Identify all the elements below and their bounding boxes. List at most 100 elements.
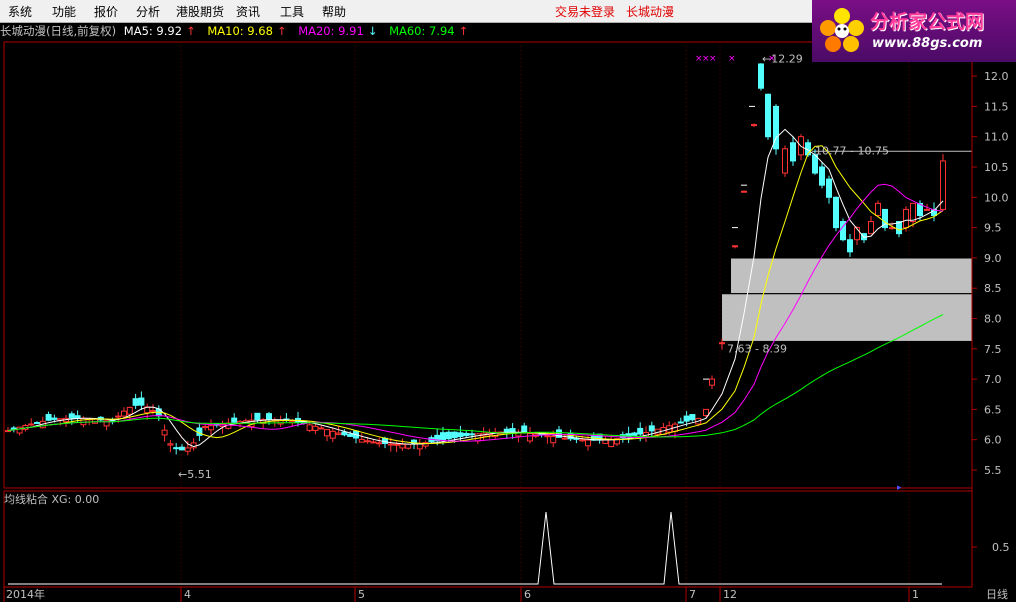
candle-up — [202, 426, 209, 429]
candle-down — [826, 178, 832, 198]
stock-chart[interactable]: 5.56.06.57.07.58.08.59.09.510.010.511.01… — [0, 0, 1016, 602]
candle-down — [10, 427, 17, 430]
scroll-marker-icon: ▸ — [897, 483, 902, 493]
price-tick-label: 11.5 — [984, 100, 1009, 113]
candle-down — [637, 427, 644, 435]
candle-up — [550, 436, 557, 444]
candle-up — [608, 438, 615, 448]
candle-up — [703, 408, 709, 416]
date-tick-label: 1 — [912, 588, 919, 601]
low-price-label: ←5.51 — [178, 468, 212, 481]
price-tick-label: 10.5 — [984, 161, 1009, 174]
price-tick-label: 11.0 — [984, 131, 1009, 144]
candle-down — [266, 413, 272, 420]
candle-down — [132, 398, 139, 406]
candle-up — [544, 435, 551, 438]
candle-up — [16, 426, 23, 434]
price-tick-label: 6.0 — [984, 434, 1002, 447]
candle-up — [324, 429, 330, 437]
indicator-frame — [3, 490, 973, 588]
signal-marker: × — [728, 54, 736, 64]
price-tick-label: 8.0 — [984, 313, 1002, 326]
candle-down — [68, 413, 75, 419]
candle-down — [231, 417, 238, 423]
price-tick-label: 7.5 — [984, 343, 1002, 356]
candle-down — [138, 397, 145, 406]
signal-marker: × — [709, 54, 717, 64]
date-tick-label: 6 — [524, 588, 531, 601]
candle-up — [167, 443, 174, 446]
candle-up — [910, 202, 916, 223]
candle-down — [677, 421, 684, 424]
candle-up — [312, 425, 319, 432]
candle-up — [561, 437, 568, 440]
site-logo: 分析家公式网 www.88gs.com — [812, 0, 1016, 62]
price-tick-label: 6.5 — [984, 403, 1002, 416]
price-tick-label: 9.5 — [984, 222, 1002, 235]
candle-down — [347, 433, 354, 437]
period-label: 日线 — [986, 587, 1008, 601]
date-tick-label: 12 — [723, 588, 737, 601]
candle-down — [648, 425, 655, 432]
candle-down — [34, 421, 40, 424]
candle-down — [819, 166, 825, 186]
candle-down — [341, 431, 348, 436]
candle-up — [405, 443, 412, 449]
candle-down — [503, 428, 510, 433]
candle-up — [335, 432, 342, 435]
candle-up — [393, 443, 400, 446]
candle-up — [399, 443, 406, 449]
indicator-line — [8, 511, 942, 585]
candle-down — [847, 239, 853, 253]
price-tick-label: 5.5 — [984, 464, 1002, 477]
flower-icon — [820, 8, 864, 52]
candle-down — [509, 428, 516, 433]
candle-up — [875, 202, 881, 216]
candle-up — [126, 406, 133, 415]
candle-down — [457, 432, 464, 438]
candle-up — [579, 439, 586, 442]
date-tick-label: 7 — [689, 588, 696, 601]
date-tick-label: 4 — [184, 588, 191, 601]
candle-up — [306, 424, 313, 431]
candle-up — [358, 438, 365, 443]
candle-up — [782, 148, 788, 174]
upper-zone — [731, 258, 972, 294]
lower-range-label: 7.63 - 8.39 — [727, 343, 787, 356]
candle-up — [709, 378, 715, 386]
upper-range-label: 10.77 - 10.75 — [815, 145, 889, 158]
price-tick-label: 9.0 — [984, 252, 1002, 265]
candle-up — [387, 443, 394, 446]
candle-up — [585, 439, 591, 447]
candle-up — [161, 429, 168, 436]
candle-up — [370, 441, 377, 444]
candle-up — [92, 418, 98, 424]
candle-down — [74, 415, 81, 419]
price-tick-label: 8.5 — [984, 282, 1002, 295]
candle-up — [364, 440, 371, 443]
candle-down — [469, 433, 475, 436]
price-tick-label: 7.0 — [984, 373, 1002, 386]
candle-down — [440, 432, 446, 441]
candle-up — [115, 415, 122, 418]
candle-down — [790, 142, 796, 162]
date-tick-label: 2014年 — [6, 587, 45, 601]
candle-up — [903, 208, 909, 229]
candle-down — [689, 414, 696, 421]
candle-down — [179, 446, 185, 451]
price-tick-label: 12.0 — [984, 70, 1009, 83]
candle-up — [376, 442, 383, 445]
candle-down — [173, 447, 180, 450]
candle-down — [254, 412, 261, 421]
candle-down — [765, 93, 771, 138]
candle-down — [445, 431, 452, 440]
candle-up — [121, 410, 127, 417]
candle-up — [527, 432, 533, 442]
date-tick-label: 5 — [358, 588, 365, 601]
candle-up — [184, 447, 191, 452]
indicator-axis-label: 0.5 — [992, 541, 1010, 554]
candle-up — [208, 425, 214, 431]
candle-down — [631, 432, 638, 436]
candle-up — [150, 410, 156, 413]
candle-down — [45, 414, 52, 421]
